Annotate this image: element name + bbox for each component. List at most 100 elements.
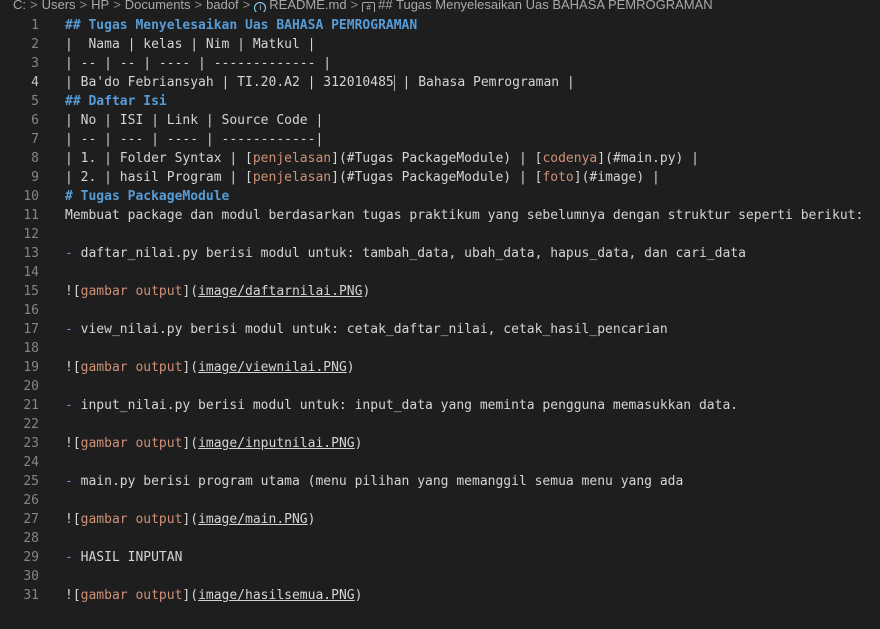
breadcrumb-users[interactable]: Users: [42, 0, 76, 12]
breadcrumb-drive[interactable]: C:: [13, 0, 26, 12]
code-text: ](#main.py) |: [597, 151, 699, 166]
code-line[interactable]: 20: [0, 377, 880, 396]
heading-text: ## Daftar Isi: [65, 94, 167, 109]
code-line[interactable]: 31 ![gambar output](image/hasilsemua.PNG): [0, 586, 880, 605]
breadcrumb-file[interactable]: i README.md: [254, 0, 347, 12]
chevron-right-icon: >: [242, 0, 251, 12]
code-text: ): [354, 588, 363, 603]
link-text: gambar output: [80, 588, 183, 603]
code-line[interactable]: 28: [0, 529, 880, 548]
breadcrumb-hp[interactable]: HP: [91, 0, 109, 12]
link-url: image/daftarnilai.PNG: [198, 284, 363, 299]
breadcrumb-documents[interactable]: Documents: [125, 0, 191, 12]
code-text: | -- | --- | ---- | ------------|: [65, 132, 324, 147]
line-content: ![gambar output](image/main.PNG): [65, 510, 315, 529]
line-number: 11: [23, 208, 39, 223]
line-content: | No | ISI | Link | Source Code |: [65, 111, 323, 130]
breadcrumb-badof[interactable]: badof: [206, 0, 239, 12]
code-text: | No | ISI | Link | Source Code |: [65, 113, 324, 128]
line-number: 17: [23, 322, 39, 337]
link-url: image/main.PNG: [198, 512, 308, 527]
code-line[interactable]: 22: [0, 415, 880, 434]
list-marker: -: [65, 246, 73, 261]
code-line[interactable]: 19 ![gambar output](image/viewnilai.PNG): [0, 358, 880, 377]
line-content: ## Daftar Isi: [65, 92, 167, 111]
chevron-right-icon: >: [113, 0, 121, 12]
link-url: image/viewnilai.PNG: [198, 360, 347, 375]
list-marker: -: [65, 398, 73, 413]
code-text: ](#Tugas PackageModule) | [: [331, 151, 543, 166]
code-text: ![: [65, 512, 81, 527]
line-number: 19: [23, 360, 39, 375]
code-line[interactable]: 8 | 1. | Folder Syntax | [penjelasan](#Tu…: [0, 149, 880, 168]
code-line[interactable]: 4 | Ba'do Febriansyah | TI.20.A2 | 312010…: [0, 73, 880, 92]
code-line[interactable]: 3 | -- | -- | ---- | ------------- |: [0, 54, 880, 73]
code-line[interactable]: 16: [0, 301, 880, 320]
code-line[interactable]: 24: [0, 453, 880, 472]
code-line[interactable]: 6 | No | ISI | Link | Source Code |: [0, 111, 880, 130]
code-line[interactable]: 23 ![gambar output](image/inputnilai.PNG): [0, 434, 880, 453]
code-text: input_nilai.py berisi modul untuk: input…: [72, 398, 739, 413]
hash-icon: #: [362, 2, 376, 12]
code-line[interactable]: 9 | 2. | hasil Program | [penjelasan](#Tu…: [0, 168, 880, 187]
chevron-right-icon: >: [350, 0, 359, 12]
code-line[interactable]: 21 - input_nilai.py berisi modul untuk: i…: [0, 396, 880, 415]
line-number: 18: [23, 341, 39, 356]
code-line[interactable]: 2 | Nama | kelas | Nim | Matkul |: [0, 35, 880, 54]
code-text: | Ba'do Febriansyah | TI.20.A2 | 3120104…: [65, 75, 394, 90]
code-text: | Nama | kelas | Nim | Matkul |: [65, 37, 316, 52]
code-text: | 1. | Folder Syntax | [: [65, 151, 253, 166]
code-line[interactable]: 12: [0, 225, 880, 244]
line-number: 12: [23, 227, 39, 242]
line-number: 13: [23, 246, 39, 261]
code-text: | -- | -- | ---- | ------------- |: [65, 56, 332, 71]
code-line[interactable]: 14: [0, 263, 880, 282]
chevron-right-icon: >: [79, 0, 88, 12]
code-line[interactable]: 11 Membuat package dan modul berdasarkan …: [0, 206, 880, 225]
code-line[interactable]: 29 - HASIL INPUTAN: [0, 548, 880, 567]
code-line[interactable]: 1 ## Tugas Menyelesaikan Uas BAHASA PEMRO…: [0, 16, 880, 35]
link-text: gambar output: [80, 512, 183, 527]
line-number: 16: [23, 303, 39, 318]
line-number: 22: [23, 417, 39, 432]
line-number: 15: [23, 284, 39, 299]
line-content: ![gambar output](image/inputnilai.PNG): [65, 434, 362, 453]
breadcrumb-symbol[interactable]: # ## Tugas Menyelesaikan Uas BAHASA PEMRO…: [362, 0, 713, 12]
code-text: ](: [182, 588, 199, 603]
code-text: ](: [182, 512, 199, 527]
breadcrumb: C: > Users > HP > Documents > badof > i README.md > #…: [0, 0, 880, 12]
line-content: | Ba'do Febriansyah | TI.20.A2 | 3120104…: [65, 73, 575, 92]
code-line[interactable]: 5 ## Daftar Isi: [0, 92, 880, 111]
chevron-right-icon: >: [194, 0, 203, 12]
code-text: Membuat package dan modul berdasarkan tu…: [65, 208, 864, 223]
code-text: ): [354, 436, 363, 451]
code-editor[interactable]: 1 ## Tugas Menyelesaikan Uas BAHASA PEMRO…: [0, 16, 880, 605]
code-text: view_nilai.py berisi modul untuk: cetak_…: [72, 322, 668, 337]
line-number: 23: [23, 436, 39, 451]
line-number: 6: [31, 113, 39, 128]
code-text: ![: [65, 360, 81, 375]
line-content: - daftar_nilai.py berisi modul untuk: ta…: [65, 244, 746, 263]
heading-text: # Tugas PackageModule: [65, 189, 230, 204]
line-content: | 1. | Folder Syntax | [penjelasan](#Tug…: [65, 149, 699, 168]
code-line[interactable]: 17 - view_nilai.py berisi modul untuk: ce…: [0, 320, 880, 339]
line-content: ## Tugas Menyelesaikan Uas BAHASA PEMROG…: [65, 16, 417, 35]
line-content: # Tugas PackageModule: [65, 187, 229, 206]
line-content: | 2. | hasil Program | [penjelasan](#Tug…: [65, 168, 660, 187]
code-line[interactable]: 15 ![gambar output](image/daftarnilai.PNG…: [0, 282, 880, 301]
code-text: | Bahasa Pemrograman |: [394, 75, 575, 90]
code-line[interactable]: 30: [0, 567, 880, 586]
code-line[interactable]: 25 - main.py berisi program utama (menu p…: [0, 472, 880, 491]
line-number: 1: [31, 18, 39, 33]
code-line[interactable]: 10 # Tugas PackageModule: [0, 187, 880, 206]
line-number: 25: [23, 474, 39, 489]
code-line[interactable]: 7 | -- | --- | ---- | ------------|: [0, 130, 880, 149]
code-line[interactable]: 27 ![gambar output](image/main.PNG): [0, 510, 880, 529]
code-text: ](: [182, 360, 199, 375]
line-number: 3: [31, 56, 39, 71]
code-line[interactable]: 13 - daftar_nilai.py berisi modul untuk: …: [0, 244, 880, 263]
code-line[interactable]: 18: [0, 339, 880, 358]
code-line[interactable]: 26: [0, 491, 880, 510]
line-number: 7: [31, 132, 39, 147]
code-text: ](#Tugas PackageModule) | [: [331, 170, 543, 185]
